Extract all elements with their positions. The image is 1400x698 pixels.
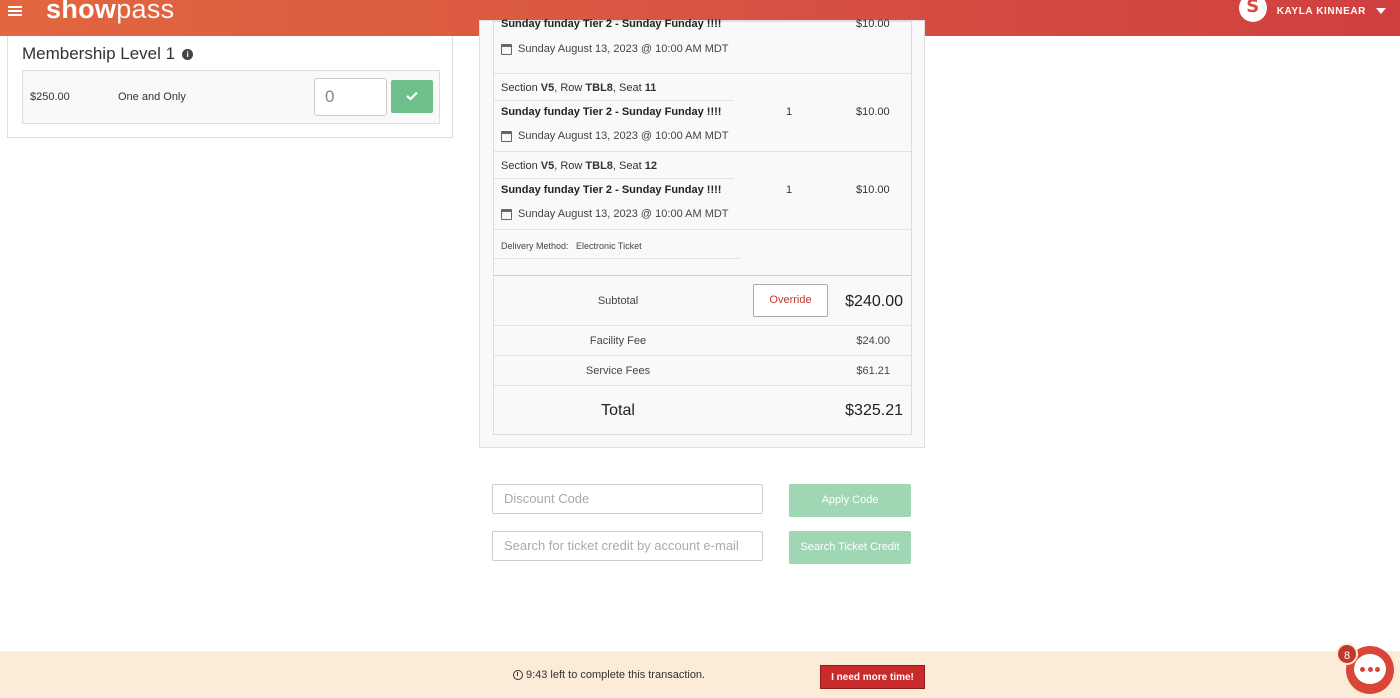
- timer-text: left to complete this transaction.: [550, 669, 706, 681]
- facility-fee-value: $24.00: [856, 335, 890, 347]
- quantity-input[interactable]: 0: [314, 78, 387, 116]
- chat-notification-badge: 8: [1336, 643, 1358, 665]
- ticket-date-text: Sunday August 13, 2023 @ 10:00 AM MDT: [518, 208, 729, 220]
- ticket-date: Sunday August 13, 2023 @ 10:00 AM MDT: [501, 130, 729, 142]
- ticket-credit-search-input[interactable]: Search for ticket credit by account e-ma…: [492, 531, 763, 561]
- calendar-icon: [501, 43, 512, 55]
- membership-panel: Membership Level 1 i $250.00 One and Onl…: [7, 36, 453, 138]
- divider: [494, 100, 734, 101]
- ticket-name: Sunday funday Tier 2 - Sunday Funday !!!…: [501, 106, 722, 118]
- ticket-price: $10.00: [856, 18, 890, 30]
- membership-name: One and Only: [118, 91, 186, 103]
- service-fees-value: $61.21: [856, 365, 890, 377]
- user-menu[interactable]: KAYLA KINNEAR: [1238, 0, 1386, 22]
- subtotal-row: Subtotal Override $240.00: [494, 276, 911, 326]
- check-icon: [406, 91, 418, 101]
- facility-fee-row: Facility Fee $24.00: [494, 326, 911, 356]
- facility-fee-label: Facility Fee: [589, 335, 647, 347]
- ticket-date-text: Sunday August 13, 2023 @ 10:00 AM MDT: [518, 130, 729, 142]
- more-time-button[interactable]: I need more time!: [820, 665, 925, 689]
- membership-price: $250.00: [30, 91, 70, 103]
- divider: [494, 258, 740, 259]
- override-button[interactable]: Override: [753, 284, 828, 317]
- ticket-name: Sunday funday Tier 2 - Sunday Funday !!!…: [501, 184, 722, 196]
- subtotal-value: $240.00: [845, 293, 903, 310]
- delivery-method: Delivery Method: Electronic Ticket: [501, 241, 642, 251]
- avatar: [1238, 0, 1267, 22]
- subtotal-label: Subtotal: [597, 295, 639, 307]
- showpass-logo[interactable]: showpass: [46, 0, 174, 25]
- user-name: KAYLA KINNEAR: [1276, 5, 1366, 17]
- service-fees-row: Service Fees $61.21: [494, 356, 911, 386]
- membership-title: Membership Level 1 i: [22, 44, 194, 64]
- ticket-date-text: Sunday August 13, 2023 @ 10:00 AM MDT: [518, 43, 729, 55]
- chat-bubble-icon: [1354, 654, 1386, 684]
- add-membership-button[interactable]: [391, 80, 433, 113]
- divider: [494, 178, 734, 179]
- menu-icon[interactable]: [8, 4, 22, 18]
- calendar-icon: [501, 130, 512, 142]
- transaction-timer-bar: 9:43 left to complete this transaction. …: [0, 651, 1400, 698]
- cart-item: Section V5, Row TBL8, Seat 11 Sunday fun…: [494, 74, 911, 152]
- cart-panel: Sunday funday Tier 2 - Sunday Funday !!!…: [479, 18, 925, 448]
- delivery-value: Electronic Ticket: [576, 241, 642, 251]
- info-icon[interactable]: i: [182, 48, 194, 60]
- ticket-price: $10.00: [856, 106, 890, 118]
- membership-row: $250.00 One and Only 0: [22, 70, 440, 124]
- ticket-name: Sunday funday Tier 2 - Sunday Funday !!!…: [501, 18, 722, 30]
- membership-title-text: Membership Level 1: [22, 44, 176, 63]
- apply-code-button[interactable]: Apply Code: [789, 484, 911, 517]
- cart-items: Sunday funday Tier 2 - Sunday Funday !!!…: [493, 18, 912, 435]
- total-row: Total $325.21: [494, 386, 911, 436]
- timer: 9:43 left to complete this transaction.: [513, 669, 705, 681]
- clock-icon: [513, 670, 523, 680]
- total-value: $325.21: [845, 402, 903, 419]
- cart-item: Section V5, Row TBL8, Seat 12 Sunday fun…: [494, 152, 911, 230]
- seat-info: Section V5, Row TBL8, Seat 12: [501, 160, 657, 172]
- totals-section: Subtotal Override $240.00 Facility Fee $…: [494, 275, 911, 435]
- calendar-icon: [501, 208, 512, 220]
- ticket-date: Sunday August 13, 2023 @ 10:00 AM MDT: [501, 43, 729, 55]
- ticket-date: Sunday August 13, 2023 @ 10:00 AM MDT: [501, 208, 729, 220]
- service-fees-label: Service Fees: [585, 365, 651, 377]
- delivery-label: Delivery Method:: [501, 241, 569, 251]
- timer-time: 9:43: [526, 669, 548, 681]
- ticket-price: $10.00: [856, 184, 890, 196]
- total-label: Total: [601, 402, 635, 419]
- discount-code-input[interactable]: Discount Code: [492, 484, 763, 514]
- ticket-quantity: 1: [786, 106, 793, 118]
- caret-down-icon: [1376, 8, 1386, 14]
- ticket-quantity: 1: [786, 184, 793, 196]
- cart-item: Sunday funday Tier 2 - Sunday Funday !!!…: [494, 14, 911, 74]
- seat-info: Section V5, Row TBL8, Seat 11: [501, 82, 657, 94]
- search-ticket-credit-button[interactable]: Search Ticket Credit: [789, 531, 911, 564]
